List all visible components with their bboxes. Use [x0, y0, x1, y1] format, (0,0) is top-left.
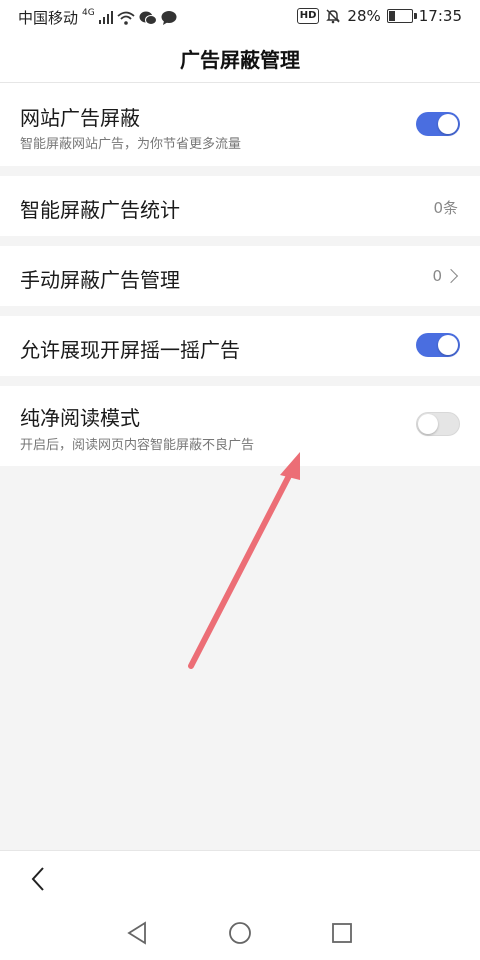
- annotation-arrow: [188, 452, 300, 669]
- back-icon[interactable]: [126, 921, 148, 945]
- bottom-toolbar: [0, 850, 480, 907]
- back-arrow-icon[interactable]: [28, 865, 48, 893]
- system-nav-bar: [0, 906, 480, 960]
- recents-icon[interactable]: [331, 922, 353, 944]
- home-icon[interactable]: [228, 921, 252, 945]
